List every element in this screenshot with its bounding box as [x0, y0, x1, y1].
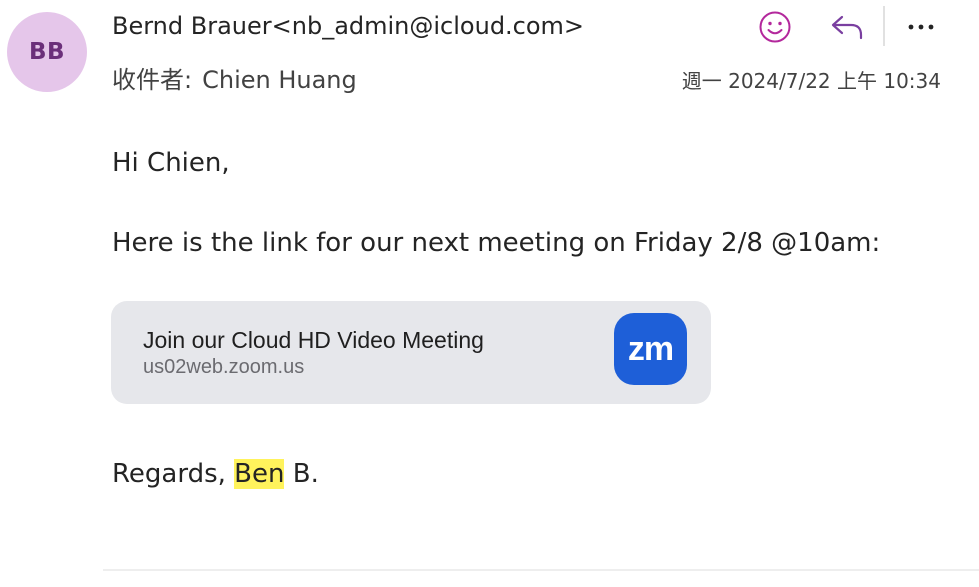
to-label: 收件者:: [112, 66, 193, 94]
more-actions-button[interactable]: [900, 6, 942, 48]
message-divider: [103, 569, 979, 571]
link-card-url: us02web.zoom.us: [143, 356, 305, 378]
recipient-line: 收件者: Chien Huang: [112, 62, 357, 98]
zoom-link-preview-card[interactable]: Join our Cloud HD Video Meeting us02web.…: [111, 301, 711, 404]
zoom-logo-text: zm: [627, 329, 674, 368]
toolbar-divider: [883, 6, 885, 46]
closing-text: Regards, Ben B.: [112, 455, 319, 493]
message-text: Here is the link for our next meeting on…: [112, 228, 881, 258]
zoom-logo-icon: zm: [614, 313, 687, 385]
link-card-title: Join our Cloud HD Video Meeting: [143, 327, 484, 353]
recipient-name[interactable]: Chien Huang: [202, 66, 357, 94]
avatar-initials: BB: [28, 39, 66, 65]
sender-name[interactable]: Bernd Brauer<nb_admin@icloud.com>: [112, 9, 584, 43]
closing-prefix: Regards,: [112, 459, 235, 489]
reply-button[interactable]: [826, 6, 868, 48]
smiley-icon: [759, 11, 791, 43]
avatar[interactable]: BB: [7, 12, 87, 92]
sent-timestamp: 週一 2024/7/22 上午 10:34: [681, 69, 941, 93]
highlighted-name: Ben: [234, 459, 285, 489]
more-icon: [908, 24, 934, 30]
closing-suffix: B.: [284, 459, 319, 489]
email-reading-pane: BB Bernd Brauer<nb_admin@icloud.com> 收件者…: [0, 0, 979, 587]
reply-icon: [831, 15, 863, 40]
react-button[interactable]: [754, 6, 796, 48]
greeting-text: Hi Chien,: [112, 148, 230, 178]
